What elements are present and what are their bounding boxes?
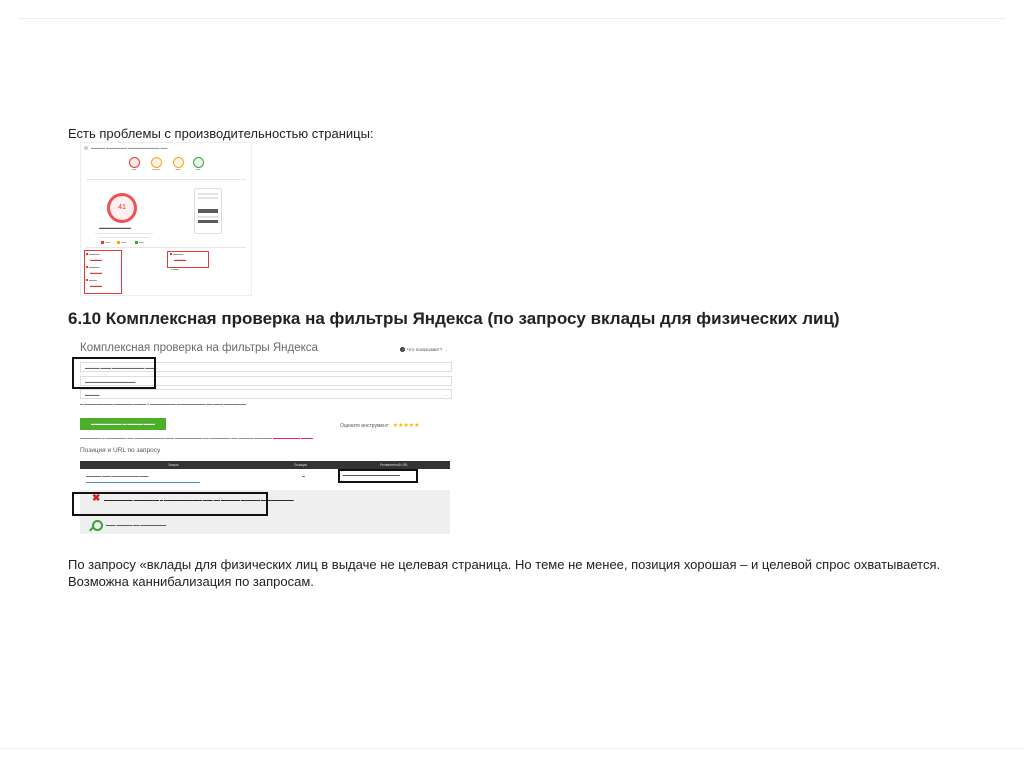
legend-pass: ▬▬	[135, 241, 144, 244]
metric-value: ▬▬▬	[90, 283, 102, 288]
help-dropdown[interactable]: ? Что показывает? ⌄	[399, 347, 448, 353]
search-options[interactable]: ▬ ▬▬▬▬▬▬▬▬▬ ▬▬▬▬▬▬ ▬▬▬▬ ● ▬▬▬▬▬▬▬▬ ▬▬▬▬▬…	[80, 402, 246, 406]
metric-performance-icon	[129, 157, 140, 168]
metric-value: ▬▬▬	[90, 270, 102, 275]
highlight-box-inputs	[72, 357, 156, 389]
rating-stars[interactable]: ★★★★★	[393, 423, 420, 429]
col-relevant-url: Релевантный URL	[380, 462, 408, 467]
legend-average: ▬▬	[117, 241, 126, 244]
chevron-down-icon: ⌄	[444, 347, 448, 352]
section-heading: 6.10 Комплексная проверка на фильтры Янд…	[68, 309, 840, 328]
metric-row: ▬▬▬▬	[86, 253, 99, 256]
metric-row: ▲ ▬▬	[170, 268, 179, 271]
tool-note: ▬▬▬▬▬▬▬ ▬ ▬▬▬▬▬▬▬ ▬▬ ▬▬▬▬▬▬▬▬▬▬ ▬▬▬ ▬▬▬▬…	[80, 436, 313, 440]
metric-row: ▬▬▬	[86, 279, 97, 282]
row-position: ▬	[302, 474, 305, 478]
text-line	[95, 233, 153, 234]
region-select[interactable]: ▬▬▬▬ ⌄	[80, 389, 452, 399]
conclusion-text: По запросу «вклады для физических лиц в …	[68, 557, 941, 589]
row-query: ▬▬▬▬▬ ▬▬▬ ▬▬▬▬▬▬▬▬▬ ▬▬▬	[86, 474, 149, 478]
metric-label: ▬▬	[195, 168, 201, 171]
divider	[86, 247, 246, 248]
pagespeed-tab-bar: ▬▬▬▬ ▬▬▬▬▬▬ ▬▬▬▬▬▬▬▬▬ ▬▬	[84, 146, 167, 151]
magnifier-icon	[92, 520, 103, 531]
results-table-header: Запрос Позиция Релевантный URL	[80, 461, 450, 469]
metric-label: ▬▬	[175, 168, 181, 171]
tool-title: Комплексная проверка на фильтры Яндекса	[80, 342, 318, 354]
performance-score-gauge: 41	[107, 193, 137, 223]
intro-text: Есть проблемы с производительностью стра…	[68, 126, 374, 141]
highlight-box-result	[72, 492, 268, 516]
row-url-link[interactable]: ▬▬▬▬▬▬▬▬▬▬▬▬▬▬▬▬▬▬▬▬▬▬▬▬▬▬▬▬▬▬▬▬▬▬▬▬▬▬	[86, 480, 200, 484]
performance-label: ▬▬▬▬▬▬▬▬	[99, 225, 131, 230]
metric-best-practices-icon	[173, 157, 184, 168]
bottom-divider	[0, 748, 1024, 749]
question-icon: ?	[399, 347, 405, 352]
metric-row: ▬▬▬▬	[86, 266, 99, 269]
divider	[86, 179, 246, 180]
metric-label: ▬▬	[131, 168, 137, 171]
position-subtitle: Позиция и URL по запросу	[80, 447, 161, 454]
top-divider	[18, 18, 1006, 19]
pagespeed-screenshot: ▬▬▬▬ ▬▬▬▬▬▬ ▬▬▬▬▬▬▬▬▬ ▬▬ ▬▬ ▬▬▬ ▬▬ ▬▬ 41…	[80, 142, 252, 296]
legend-fail: ▬▬	[101, 241, 110, 244]
help-label: Что показывает?	[406, 347, 443, 352]
rating-widget[interactable]: Оцените инструмент: ★★★★★	[340, 422, 420, 429]
col-query: Запрос	[168, 462, 179, 467]
metric-seo-icon	[193, 157, 204, 168]
mobile-preview	[194, 188, 222, 234]
metric-accessibility-icon	[151, 157, 162, 168]
metric-value: ▬▬▬	[90, 257, 102, 262]
metric-row: ▬▬▬▬	[170, 253, 183, 256]
metric-value: ▬▬▬	[174, 257, 186, 262]
metric-label: ▬▬▬	[152, 168, 160, 171]
chevron-down-icon: ⌄	[444, 393, 448, 397]
text-line	[99, 237, 149, 238]
rating-label: Оцените инструмент:	[340, 423, 390, 429]
result-pass: ▬▬▬ ▬▬▬▬▬ ▬▬ ▬▬▬▬▬▬▬▬	[80, 516, 450, 534]
slide: Есть проблемы с производительностью стра…	[0, 0, 1024, 767]
col-position: Позиция	[294, 462, 308, 467]
relevant-url-value[interactable]: ▬▬▬▬▬▬▬▬▬▬▬▬▬▬▬▬▬▬▬	[343, 473, 400, 477]
check-button[interactable]: ▬▬▬▬▬▬▬▬ ▬ ▬▬▬▬ ▬▬▬	[80, 418, 166, 430]
pass-text: ▬▬▬ ▬▬▬▬▬ ▬▬ ▬▬▬▬▬▬▬▬	[106, 523, 167, 527]
